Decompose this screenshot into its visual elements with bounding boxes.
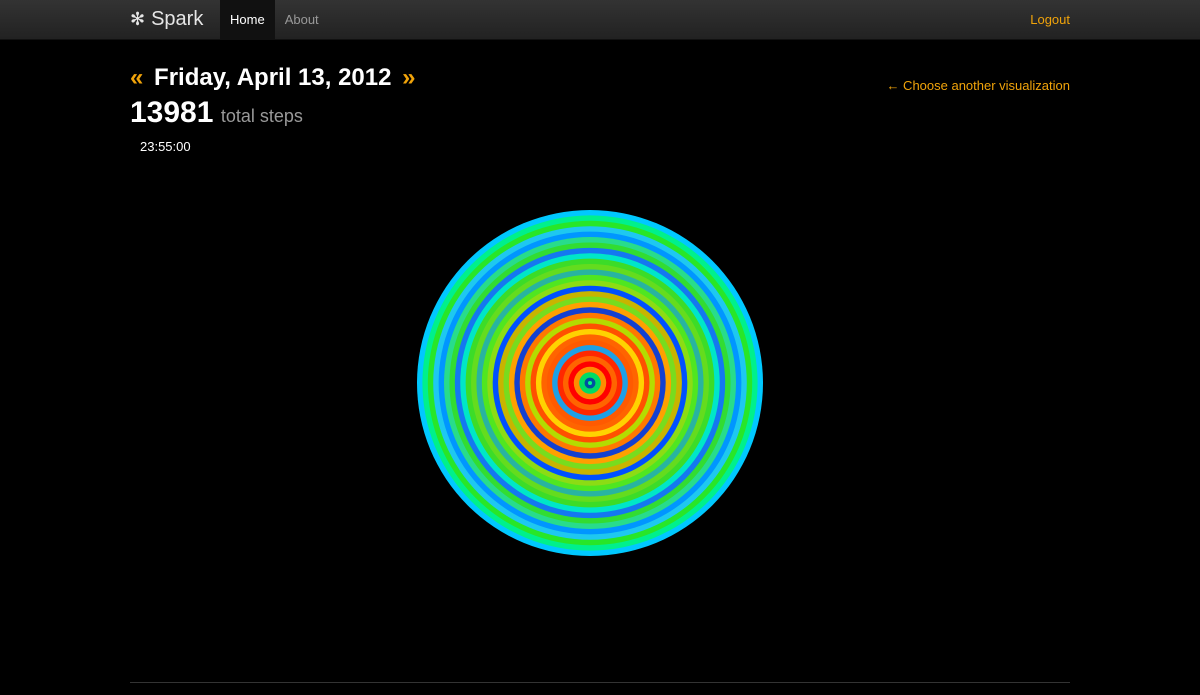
steps-summary: 13981 total steps [130,96,303,130]
visualization-center-dot [588,381,592,385]
current-date: Friday, April 13, 2012 [154,64,392,91]
date-header: « Friday, April 13, 2012 » [130,64,416,92]
logout-link[interactable]: Logout [1030,0,1070,39]
steps-ring-visualization [417,210,763,556]
total-steps-label: total steps [220,106,303,126]
total-steps-count: 13981 [130,96,214,129]
next-day-link[interactable]: » [402,64,415,91]
nav-item-about[interactable]: About [275,0,329,39]
nav-item-home[interactable]: Home [220,0,275,39]
choose-visualization-link[interactable]: ← Choose another visualization [886,78,1070,93]
brand-link[interactable]: ✻ Spark [130,0,203,39]
footer-divider [130,682,1070,683]
previous-day-link[interactable]: « [130,64,143,91]
brand-name: Spark [151,8,204,30]
main-nav: Home About [220,0,329,39]
top-navbar: ✻ Spark Home About Logout [0,0,1200,40]
asterisk-icon: ✻ [130,9,146,29]
time-readout: 23:55:00 [140,139,191,154]
